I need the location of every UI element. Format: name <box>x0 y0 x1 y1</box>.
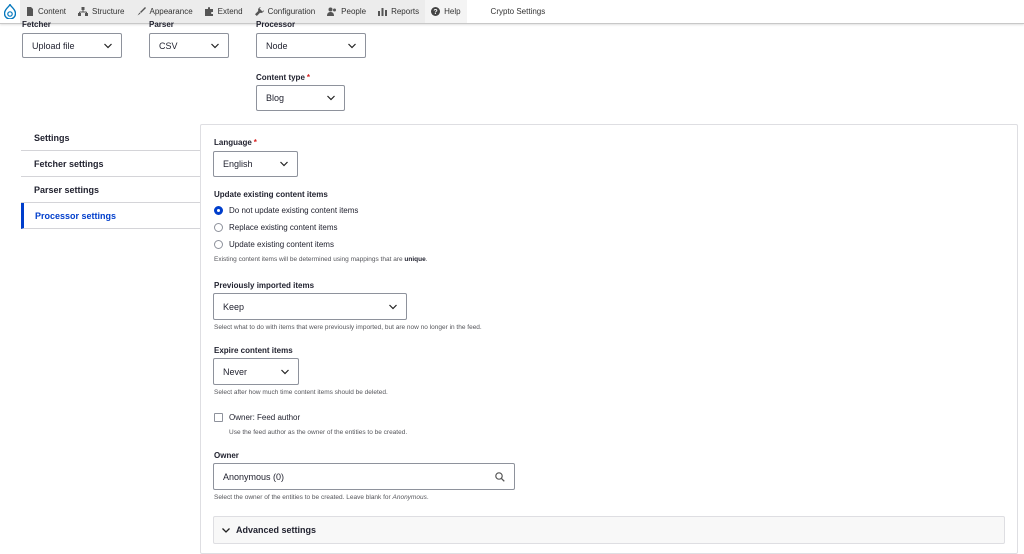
content-type-label-text: Content type <box>256 73 305 82</box>
radio-do-not-update-label: Do not update existing content items <box>229 206 359 215</box>
radio-button[interactable] <box>214 240 223 249</box>
owner-value: Anonymous (0) <box>223 471 285 482</box>
chevron-down-icon <box>348 43 356 48</box>
toolbar-extend[interactable]: Extend <box>198 0 249 23</box>
anonymous-emphasis: Anonymous <box>392 494 427 501</box>
toolbar-reports-label: Reports <box>391 7 420 16</box>
language-label: Language * <box>214 138 257 147</box>
previously-imported-select[interactable]: Keep <box>213 293 407 320</box>
required-marker: * <box>306 73 311 82</box>
toolbar-extend-label: Extend <box>217 7 243 16</box>
previously-imported-value: Keep <box>223 301 245 312</box>
owner-feed-author-label: Owner: Feed author <box>229 413 301 422</box>
owner-label: Owner <box>214 451 239 460</box>
radio-button[interactable] <box>214 206 223 215</box>
wrench-icon <box>254 7 264 16</box>
update-existing-description-text: Existing content items will be determine… <box>214 256 405 263</box>
tab-settings[interactable]: Settings <box>21 125 200 151</box>
toolbar-structure[interactable]: Structure <box>72 0 131 23</box>
fetcher-select[interactable]: Upload file <box>22 33 122 58</box>
tab-parser-settings[interactable]: Parser settings <box>21 177 200 203</box>
file-icon <box>26 7 34 16</box>
sitemap-icon <box>78 7 89 16</box>
expire-label: Expire content items <box>214 346 293 355</box>
previously-imported-label: Previously imported items <box>214 281 315 290</box>
bar-chart-icon <box>378 7 388 16</box>
toolbar-configuration-label: Configuration <box>267 7 316 16</box>
expire-select[interactable]: Never <box>213 358 299 385</box>
people-icon <box>327 7 337 16</box>
owner-feed-author-row[interactable]: Owner: Feed author <box>214 413 300 422</box>
chevron-down-icon <box>280 161 288 167</box>
toolbar-crypto-settings[interactable]: Crypto Settings <box>481 0 556 23</box>
toolbar-help[interactable]: ? Help <box>425 0 467 23</box>
radio-update[interactable]: Update existing content items <box>214 240 334 249</box>
language-label-text: Language <box>214 138 252 147</box>
tab-fetcher-settings-label: Fetcher settings <box>34 158 104 169</box>
content-type-value: Blog <box>266 93 285 103</box>
radio-replace[interactable]: Replace existing content items <box>214 223 338 232</box>
owner-description-text: Select the owner of the entities to be c… <box>214 494 393 501</box>
toolbar-appearance-label: Appearance <box>149 7 193 16</box>
svg-text:?: ? <box>433 9 437 16</box>
parser-label: Parser <box>149 20 174 29</box>
puzzle-icon <box>204 7 214 16</box>
owner-description: Select the owner of the entities to be c… <box>214 494 429 501</box>
unique-keyword: unique <box>404 256 426 263</box>
toolbar-reports[interactable]: Reports <box>372 0 426 23</box>
expire-value: Never <box>223 366 248 377</box>
owner-feed-author-checkbox[interactable] <box>214 413 223 422</box>
toolbar-people-label: People <box>341 7 367 16</box>
update-existing-label: Update existing content items <box>214 190 328 199</box>
processor-label: Processor <box>256 20 296 29</box>
fetcher-label: Fetcher <box>22 20 51 29</box>
chevron-down-icon <box>389 304 397 309</box>
expire-description: Select after how much time content items… <box>214 389 388 396</box>
owner-feed-author-description: Use the feed author as the owner of the … <box>229 429 408 436</box>
search-icon <box>495 471 505 482</box>
chevron-down-icon <box>281 369 289 374</box>
radio-replace-label: Replace existing content items <box>229 223 338 232</box>
advanced-settings-label: Advanced settings <box>236 525 317 535</box>
vertical-tabs: Settings Fetcher settings Parser setting… <box>21 125 200 229</box>
radio-update-label: Update existing content items <box>229 240 334 249</box>
parser-value: CSV <box>159 40 178 51</box>
period: . <box>426 494 429 501</box>
parser-select[interactable]: CSV <box>149 33 229 58</box>
toolbar-structure-label: Structure <box>92 7 125 16</box>
language-select[interactable]: English <box>213 151 298 177</box>
chevron-down-icon <box>211 43 219 48</box>
language-value: English <box>223 159 253 169</box>
tab-fetcher-settings[interactable]: Fetcher settings <box>21 151 200 177</box>
toolbar-help-label: Help <box>444 7 461 16</box>
processor-value: Node <box>266 40 288 51</box>
update-existing-description: Existing content items will be determine… <box>214 256 428 263</box>
tab-settings-label: Settings <box>34 132 70 143</box>
toolbar-content-label: Content <box>38 7 67 16</box>
content-type-select[interactable]: Blog <box>256 85 345 111</box>
previously-imported-description: Select what to do with items that were p… <box>214 324 482 331</box>
tab-processor-settings[interactable]: Processor settings <box>21 203 200 229</box>
content-type-label: Content type * <box>256 73 310 82</box>
toolbar-crypto-settings-label: Crypto Settings <box>490 7 546 16</box>
chevron-down-icon <box>327 95 335 101</box>
brush-icon <box>137 7 146 16</box>
period: . <box>425 256 428 263</box>
question-icon: ? <box>431 7 441 16</box>
fetcher-value: Upload file <box>32 40 75 51</box>
advanced-settings-summary[interactable]: Advanced settings <box>213 516 1005 544</box>
chevron-down-icon <box>104 43 112 48</box>
processor-select[interactable]: Node <box>256 33 366 58</box>
required-marker: * <box>253 138 257 147</box>
tab-processor-settings-label: Processor settings <box>35 210 117 221</box>
tab-parser-settings-label: Parser settings <box>34 184 100 195</box>
toolbar-people[interactable]: People <box>321 0 373 23</box>
drupal-logo-icon[interactable] <box>0 0 20 23</box>
owner-autocomplete-input[interactable]: Anonymous (0) <box>213 463 515 490</box>
chevron-down-icon <box>222 527 230 533</box>
radio-do-not-update[interactable]: Do not update existing content items <box>214 206 358 215</box>
radio-button[interactable] <box>214 223 223 232</box>
